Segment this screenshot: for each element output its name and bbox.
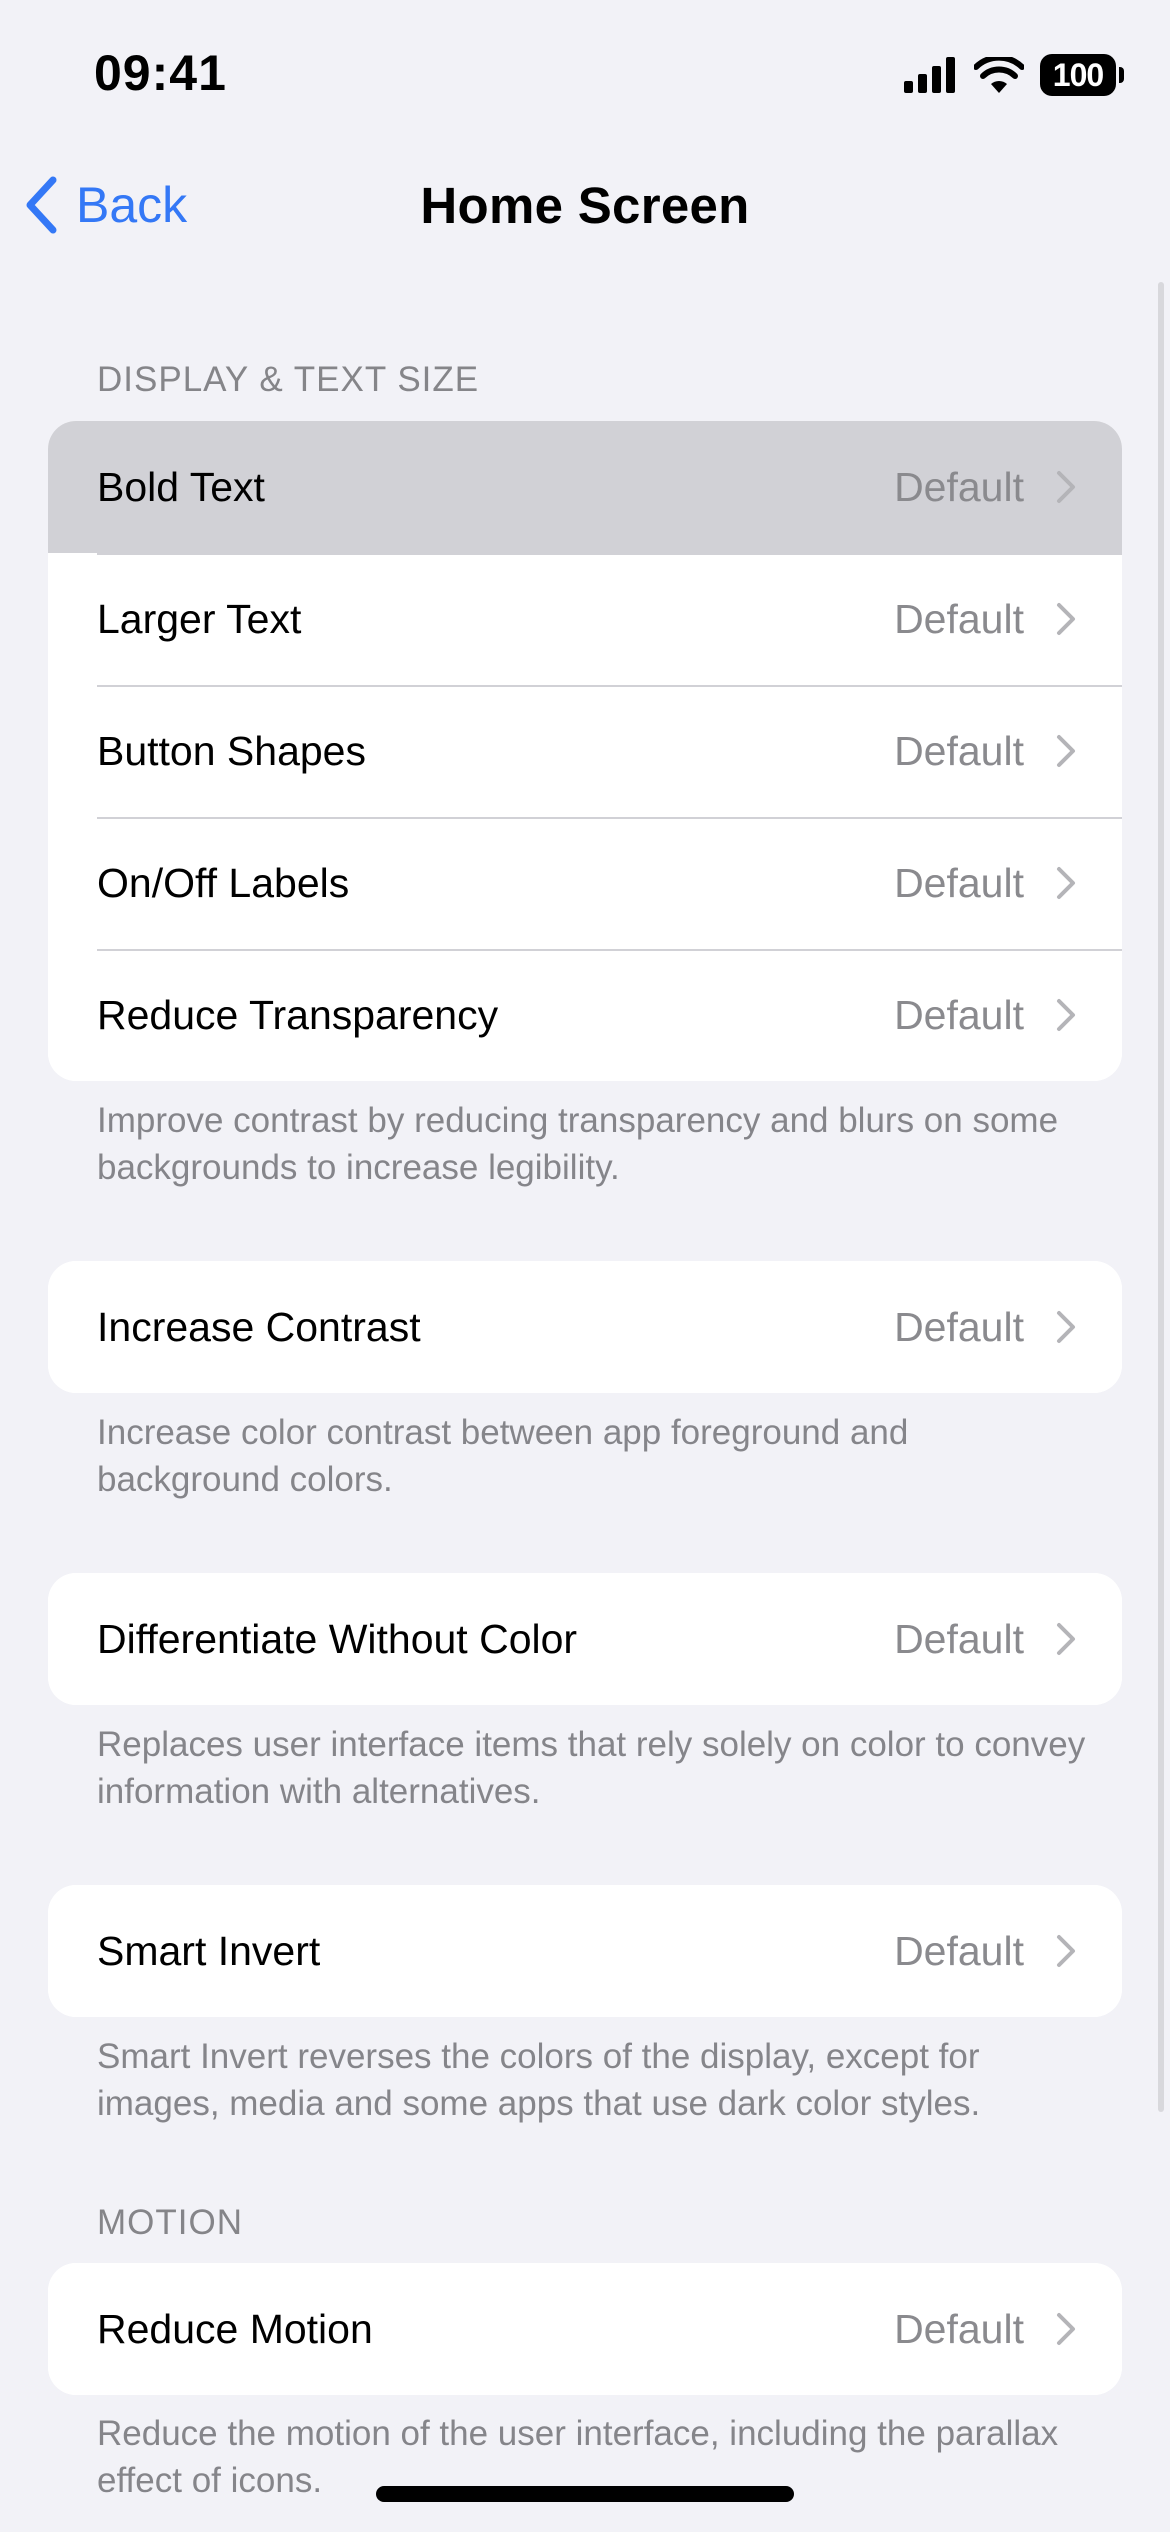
settings-screen: 09:41 100 Back Home Screen DISPLAY & TEX… (0, 0, 1170, 2532)
row-value: Default (894, 595, 1024, 642)
row-label: Larger Text (97, 595, 302, 642)
row-differentiate-without-color[interactable]: Differentiate Without Color Default (48, 1573, 1122, 1705)
row-label: Reduce Transparency (97, 991, 499, 1038)
status-time: 09:41 (94, 45, 227, 101)
chevron-right-icon (1057, 1935, 1075, 1967)
wifi-icon (974, 57, 1024, 93)
row-reduce-transparency[interactable]: Reduce Transparency Default (48, 949, 1122, 1081)
display-footer: Improve contrast by reducing transparenc… (97, 1101, 1059, 1187)
scroll-indicator[interactable] (1158, 282, 1164, 2112)
chevron-right-icon (1057, 471, 1075, 503)
display-group: Bold Text Default Larger Text Default Bu… (48, 421, 1122, 1081)
row-value: Default (894, 1927, 1024, 1974)
row-value: Default (894, 1615, 1024, 1662)
row-on-off-labels[interactable]: On/Off Labels Default (48, 817, 1122, 949)
navigation-bar: Back Home Screen (0, 160, 1170, 250)
invert-footer: Smart Invert reverses the colors of the … (97, 2037, 981, 2123)
row-label: Smart Invert (97, 1927, 321, 1974)
row-label: Increase Contrast (97, 1303, 421, 1350)
status-bar: 09:41 100 (0, 0, 1170, 140)
chevron-right-icon (1057, 867, 1075, 899)
row-button-shapes[interactable]: Button Shapes Default (48, 685, 1122, 817)
row-label: Bold Text (97, 463, 265, 510)
chevron-right-icon (1057, 999, 1075, 1031)
row-value: Default (894, 2305, 1024, 2352)
chevron-right-icon (1057, 603, 1075, 635)
chevron-right-icon (1057, 1623, 1075, 1655)
row-reduce-motion[interactable]: Reduce Motion Default (48, 2263, 1122, 2395)
row-value: Default (894, 991, 1024, 1038)
section-header-motion: MOTION (97, 2203, 243, 2242)
row-value: Default (894, 727, 1024, 774)
row-value: Default (894, 859, 1024, 906)
section-header-display: DISPLAY & TEXT SIZE (97, 360, 480, 399)
page-title: Home Screen (420, 177, 750, 234)
row-label: Button Shapes (97, 727, 366, 774)
status-icons: 100 (904, 50, 1124, 100)
differentiate-group: Differentiate Without Color Default (48, 1573, 1122, 1705)
row-larger-text[interactable]: Larger Text Default (48, 553, 1122, 685)
row-bold-text[interactable]: Bold Text Default (48, 421, 1122, 553)
row-label: On/Off Labels (97, 859, 350, 906)
invert-group: Smart Invert Default (48, 1885, 1122, 2017)
chevron-right-icon (1057, 2313, 1075, 2345)
chevron-right-icon (1057, 1311, 1075, 1343)
home-indicator[interactable] (376, 2486, 794, 2502)
row-label: Reduce Motion (97, 2305, 373, 2352)
row-smart-invert[interactable]: Smart Invert Default (48, 1885, 1122, 2017)
cellular-signal-icon (904, 57, 955, 93)
row-value: Default (894, 463, 1024, 510)
row-value: Default (894, 1303, 1024, 1350)
chevron-right-icon (1057, 735, 1075, 767)
motion-group: Reduce Motion Default (48, 2263, 1122, 2395)
contrast-footer: Increase color contrast between app fore… (97, 1413, 909, 1499)
differentiate-footer: Replaces user interface items that rely … (97, 1725, 1086, 1811)
row-increase-contrast[interactable]: Increase Contrast Default (48, 1261, 1122, 1393)
row-label: Differentiate Without Color (97, 1615, 578, 1662)
battery-icon: 100 (1040, 54, 1124, 96)
contrast-group: Increase Contrast Default (48, 1261, 1122, 1393)
